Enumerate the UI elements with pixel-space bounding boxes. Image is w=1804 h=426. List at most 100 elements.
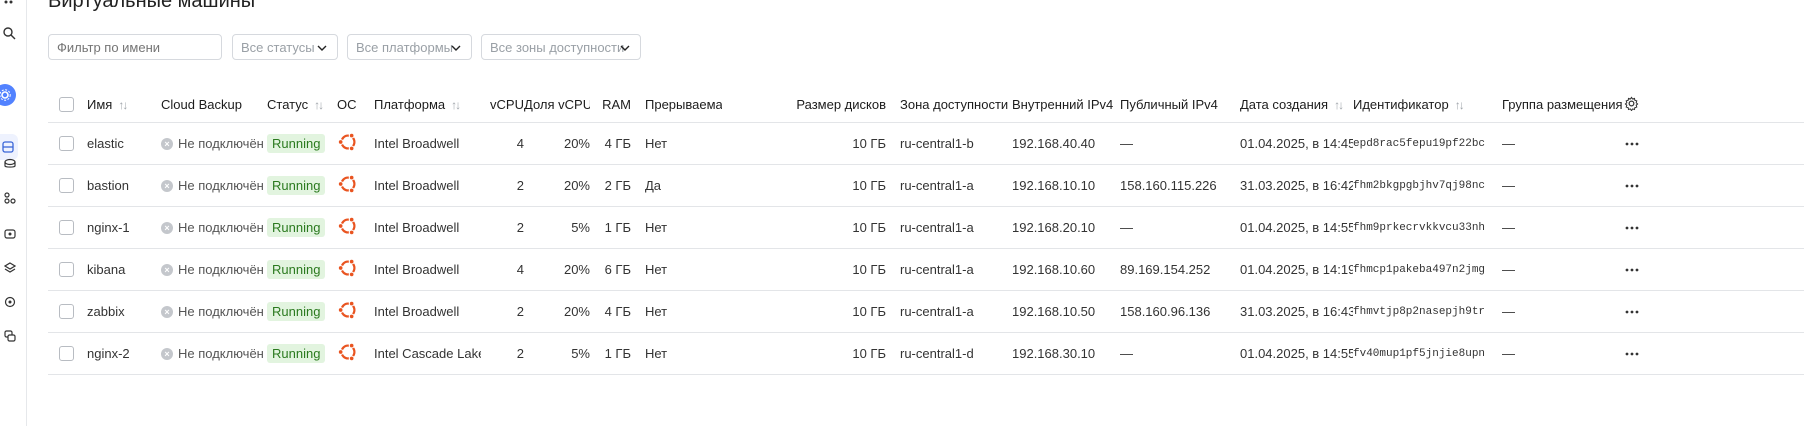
row-actions-cell	[1624, 248, 1804, 291]
placement-group-cell: —	[1502, 122, 1624, 165]
row-select-cell	[48, 290, 87, 333]
vcpu-cell: 2	[481, 206, 524, 249]
vm-name[interactable]: kibana	[87, 248, 161, 291]
ipv4-public-cell: 158.160.96.136	[1120, 290, 1240, 333]
disk-size-cell: 10 ГБ	[722, 122, 886, 165]
sort-icon[interactable]: ↑↓	[451, 98, 461, 112]
page-title: Виртуальные машины	[48, 0, 256, 12]
placement-groups-icon[interactable]	[0, 292, 20, 312]
row-select-cell	[48, 332, 87, 375]
row-checkbox[interactable]	[59, 136, 74, 151]
more-horizontal-icon[interactable]	[1624, 304, 1640, 320]
ram-cell: 2 ГБ	[590, 164, 631, 207]
disk-icon[interactable]	[0, 154, 20, 174]
vm-name[interactable]: nginx-2	[87, 332, 161, 375]
os-cell	[337, 248, 374, 291]
id-cell[interactable]: fhmcp1pakeba497n2jmg	[1353, 248, 1502, 291]
row-checkbox[interactable]	[59, 178, 74, 193]
col-header-name[interactable]: Имя ↑↓	[87, 86, 161, 123]
more-horizontal-icon[interactable]	[1624, 220, 1640, 236]
col-header-zone[interactable]: Зона доступности↑↓	[886, 86, 1012, 123]
ram-cell: 1 ГБ	[590, 332, 631, 375]
sort-icon[interactable]: ↑↓	[1334, 98, 1344, 112]
table-row[interactable]: elastic × Не подключён Running Intel Broa…	[48, 122, 1804, 165]
name-filter-input[interactable]	[48, 34, 222, 60]
select-all-checkbox[interactable]	[59, 96, 74, 112]
backup-cell: × Не подключён	[161, 206, 267, 249]
zone-filter-select[interactable]: Все зоны доступности	[481, 34, 641, 60]
chevron-down-icon	[317, 45, 327, 51]
search-icon[interactable]	[0, 24, 20, 44]
col-header-placement-group: Группа размещения	[1502, 86, 1624, 123]
col-vcpu-label: vCPU	[490, 96, 524, 112]
ipv4-internal-cell: 192.168.10.10	[1012, 164, 1120, 207]
disk-size-cell: 10 ГБ	[722, 290, 886, 333]
platform-filter-value: Все платформы	[356, 39, 453, 55]
os-cell	[337, 290, 374, 333]
col-disk-label: Размер дисков	[796, 96, 886, 112]
status-filter-value: Все статусы	[241, 39, 315, 55]
id-cell[interactable]: fv40mup1pf5jnjie8upn	[1353, 332, 1502, 375]
more-horizontal-icon[interactable]	[1624, 346, 1640, 362]
table-row[interactable]: nginx-2 × Не подключён Running Intel Casc…	[48, 332, 1804, 375]
sort-icon[interactable]: ↑↓	[314, 98, 324, 112]
status-filter-select[interactable]: Все статусы	[232, 34, 338, 60]
row-actions-cell	[1624, 164, 1804, 207]
compute-service-icon[interactable]	[0, 84, 16, 106]
more-horizontal-icon[interactable]	[1624, 178, 1640, 194]
row-actions-cell	[1624, 206, 1804, 249]
more-horizontal-icon[interactable]	[1624, 136, 1640, 152]
chevron-down-icon	[451, 45, 461, 51]
col-header-platform[interactable]: Платформа ↑↓	[374, 86, 481, 123]
table-row[interactable]: zabbix × Не подключён Running Intel Broad…	[48, 290, 1804, 333]
id-cell[interactable]: fhm2bkgpgbjhv7qj98nc	[1353, 164, 1502, 207]
snapshots-icon[interactable]	[0, 188, 20, 208]
sort-icon[interactable]: ↑↓	[118, 98, 128, 112]
vcpu-share-cell: 5%	[524, 206, 590, 249]
table-row[interactable]: bastion × Не подключён Running Intel Broa…	[48, 164, 1804, 207]
sort-icon[interactable]: ↑↓	[1455, 98, 1465, 112]
images-icon[interactable]	[0, 224, 20, 244]
row-checkbox[interactable]	[59, 346, 74, 361]
col-header-id[interactable]: Идентификатор ↑↓	[1353, 86, 1502, 123]
row-checkbox[interactable]	[59, 304, 74, 319]
layers-icon[interactable]	[0, 258, 20, 278]
row-actions-cell	[1624, 122, 1804, 165]
backup-cell: × Не подключён	[161, 332, 267, 375]
vm-name[interactable]: elastic	[87, 122, 161, 165]
col-backup-label: Cloud Backup	[161, 96, 242, 112]
vm-name[interactable]: bastion	[87, 164, 161, 207]
table-row[interactable]: kibana × Не подключён Running Intel Broad…	[48, 248, 1804, 291]
instance-groups-icon[interactable]	[0, 326, 20, 346]
id-cell[interactable]: epd8rac5fepu19pf22bc	[1353, 122, 1502, 165]
created-cell: 01.04.2025, в 14:45	[1240, 122, 1353, 165]
apps-icon[interactable]	[0, 0, 20, 16]
col-header-vcpu: vCPU	[481, 86, 524, 123]
vm-name[interactable]: zabbix	[87, 290, 161, 333]
vm-name[interactable]: nginx-1	[87, 206, 161, 249]
ipv4-public-cell: 158.160.115.226	[1120, 164, 1240, 207]
table-row[interactable]: nginx-1 × Не подключён Running Intel Broa…	[48, 206, 1804, 249]
platform-cell: Intel Broadwell	[374, 290, 481, 333]
id-cell[interactable]: fhmvtjp8p2nasepjh9tr	[1353, 290, 1502, 333]
ubuntu-icon	[337, 258, 356, 278]
row-checkbox[interactable]	[59, 220, 74, 235]
ubuntu-icon	[337, 174, 356, 194]
ipv4-internal-cell: 192.168.40.40	[1012, 122, 1120, 165]
gear-icon[interactable]	[1624, 96, 1639, 111]
vcpu-share-cell: 20%	[524, 290, 590, 333]
disk-size-cell: 10 ГБ	[722, 332, 886, 375]
more-horizontal-icon[interactable]	[1624, 262, 1640, 278]
created-cell: 01.04.2025, в 14:55	[1240, 206, 1353, 249]
not-connected-icon: ×	[161, 179, 173, 192]
id-cell[interactable]: fhm9prkecrvkkvcu33nh	[1353, 206, 1502, 249]
left-sidebar	[0, 0, 27, 426]
zone-cell: ru-central1-a	[886, 290, 1012, 333]
backup-status: Не подключён	[178, 304, 264, 319]
col-header-created[interactable]: Дата создания ↑↓	[1240, 86, 1353, 123]
ram-cell: 4 ГБ	[590, 290, 631, 333]
platform-filter-select[interactable]: Все платформы	[347, 34, 472, 60]
preemptible-cell: Нет	[631, 290, 722, 333]
col-header-status[interactable]: Статус ↑↓	[267, 86, 337, 123]
row-checkbox[interactable]	[59, 262, 74, 277]
